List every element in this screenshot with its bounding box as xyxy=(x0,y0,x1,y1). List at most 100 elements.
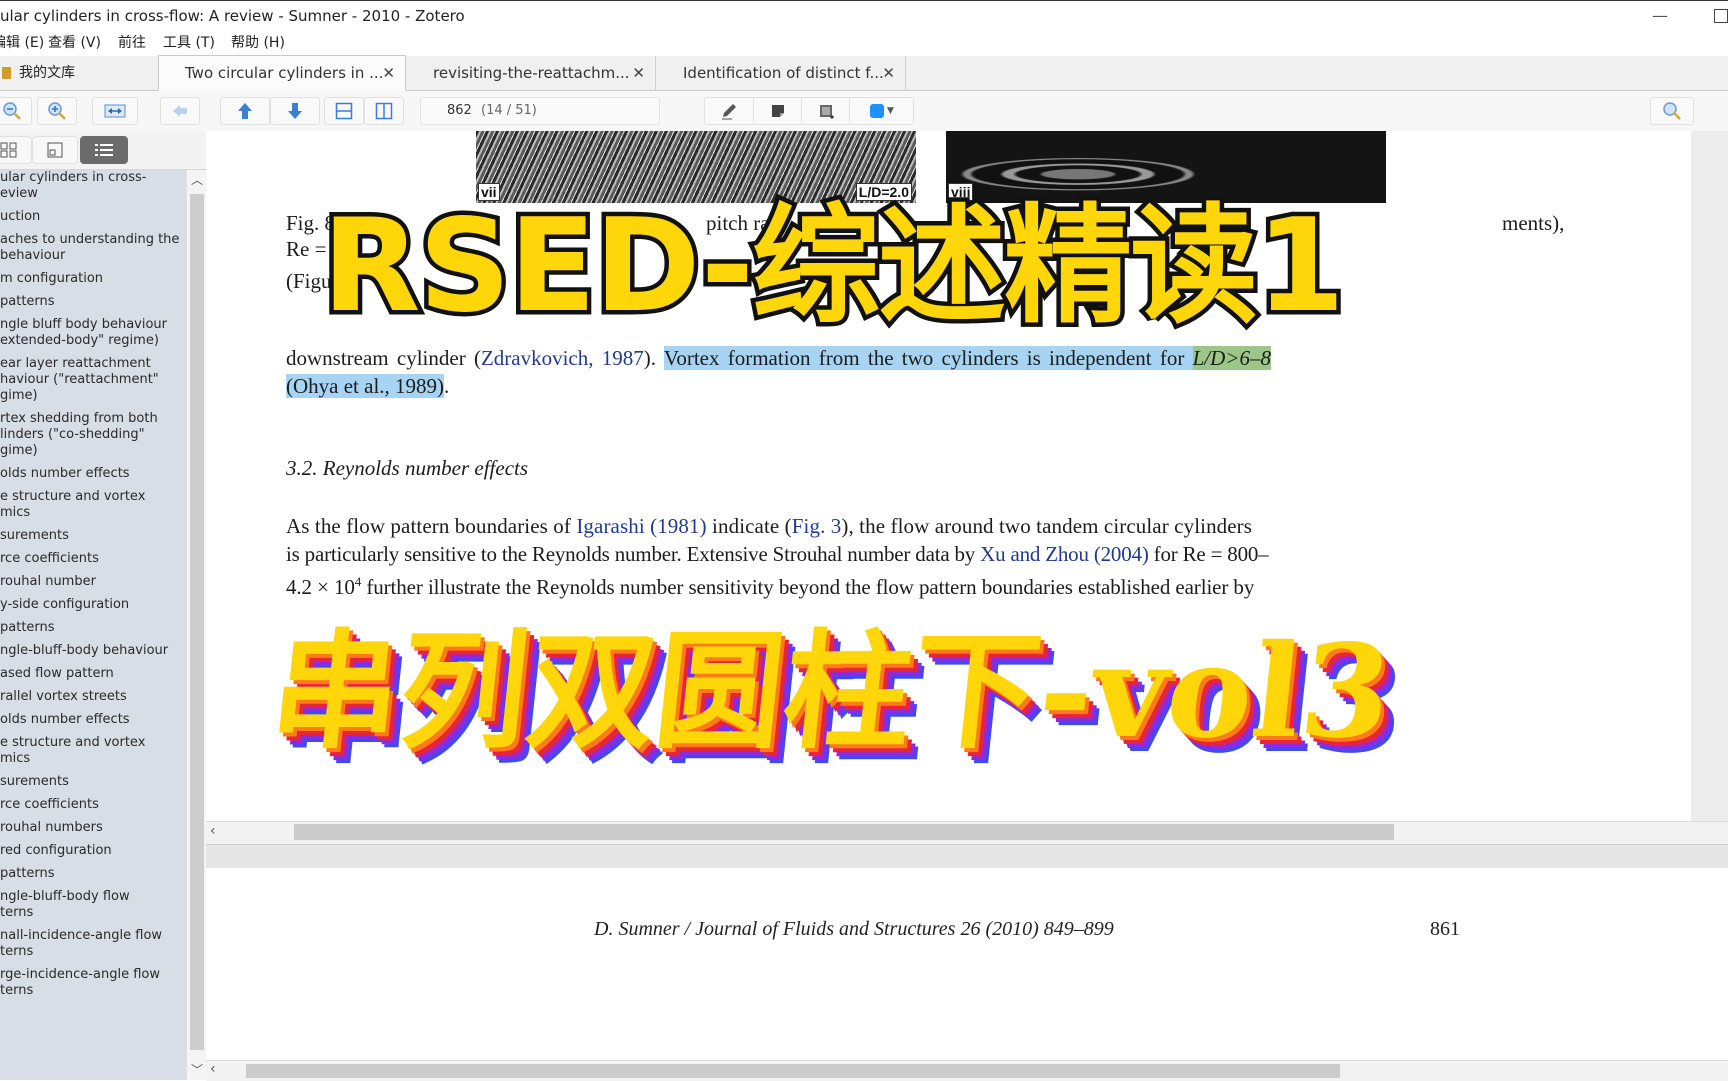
highlight-annotation[interactable]: (Ohya et al., 1989) xyxy=(286,374,445,398)
horizontal-scrollbar[interactable]: ‹ xyxy=(206,821,1728,845)
list-icon xyxy=(95,144,113,156)
outline-item[interactable]: ngle-bluff-body behaviour xyxy=(0,643,182,659)
outline-scrollbar[interactable]: ︿ ﹀ xyxy=(186,170,207,1080)
text: ), the flow around two tandem circular c… xyxy=(841,514,1253,538)
outline-item[interactable]: rouhal numbers xyxy=(0,820,182,836)
layout-columns-icon xyxy=(375,102,393,120)
outline-item[interactable]: olds number effects xyxy=(0,712,182,728)
outline-item[interactable]: rge-incidence-angle flow terns xyxy=(0,967,182,999)
citation-link[interactable]: Xu and Zhou (2004) xyxy=(980,542,1149,566)
tab-document-3[interactable]: Identification of distinct f... ✕ xyxy=(656,56,906,90)
outline-item[interactable]: rce coefficients xyxy=(0,797,182,813)
outline-item[interactable]: patterns xyxy=(0,620,182,636)
annotations-view-button[interactable] xyxy=(32,136,78,164)
window-title-bar: ular cylinders in cross-flow: A review -… xyxy=(0,0,1728,31)
thumbnails-view-button[interactable] xyxy=(0,136,32,164)
outline-item[interactable]: surements xyxy=(0,528,182,544)
outline-item[interactable]: surements xyxy=(0,774,182,790)
search-button[interactable] xyxy=(1650,97,1694,125)
layout-rows-icon xyxy=(335,102,353,120)
outline-item[interactable]: olds number effects xyxy=(0,466,182,482)
chevron-left-icon[interactable]: ‹ xyxy=(210,1061,216,1077)
arrow-up-icon xyxy=(238,103,252,119)
chevron-up-icon[interactable]: ︿ xyxy=(187,170,207,190)
outline-item[interactable]: ular cylinders in cross- eview xyxy=(0,170,182,202)
outline-item[interactable]: ased flow pattern xyxy=(0,666,182,682)
close-icon[interactable]: ✕ xyxy=(382,56,395,90)
tab-document-2[interactable]: revisiting-the-reattachm... ✕ xyxy=(406,56,656,90)
minimize-button[interactable]: — xyxy=(1640,1,1680,31)
outline-item[interactable]: e structure and vortex mics xyxy=(0,489,182,521)
outline-item[interactable]: patterns xyxy=(0,866,182,882)
area-tool-button[interactable] xyxy=(801,98,850,124)
outline-item[interactable]: m configuration xyxy=(0,271,182,287)
overlay-title-bottom: 串列双圆柱下-vol3 xyxy=(264,617,1399,767)
highlight-annotation-green[interactable]: L/D>6–8 xyxy=(1192,346,1271,370)
outline-item[interactable]: patterns xyxy=(0,294,182,310)
zoom-out-icon xyxy=(3,102,21,120)
page-number-value[interactable]: 862 xyxy=(447,98,472,124)
pdf-page-861: D. Sumner / Journal of Fluids and Struct… xyxy=(206,868,1728,1060)
tab-document-1[interactable]: Two circular cylinders in ... ✕ xyxy=(158,55,406,91)
menu-help[interactable]: 帮助 (H) xyxy=(231,30,285,56)
page-number-field[interactable]: 862 (14 / 51) xyxy=(420,97,660,125)
fit-width-button[interactable] xyxy=(92,97,138,125)
outline-item[interactable]: y-side configuration xyxy=(0,597,182,613)
horizontal-scroll-thumb[interactable] xyxy=(246,1064,1340,1078)
tab-label: Two circular cylinders in ... xyxy=(185,64,384,82)
window-title: ular cylinders in cross-flow: A review -… xyxy=(0,7,465,25)
highlight-tool-button[interactable] xyxy=(705,98,753,124)
maximize-button[interactable] xyxy=(1714,9,1728,23)
outline-item[interactable]: rce coefficients xyxy=(0,551,182,567)
outline-item[interactable]: aches to understanding the behaviour xyxy=(0,232,182,264)
outline-item[interactable]: rtex shedding from both linders ("co-she… xyxy=(0,411,182,459)
horizontal-scrollbar-2[interactable]: ‹ xyxy=(206,1060,1728,1081)
outline-item[interactable]: uction xyxy=(0,209,182,225)
citation-link[interactable]: Zdravkovich, 1987 xyxy=(481,346,644,370)
tab-label: revisiting-the-reattachm... xyxy=(433,64,630,82)
outline-item[interactable]: red configuration xyxy=(0,843,182,859)
previous-page-button[interactable] xyxy=(220,97,270,125)
outline-view-button[interactable] xyxy=(80,136,128,164)
note-tool-button[interactable] xyxy=(753,98,802,124)
citation-link[interactable]: Igarashi (1981) xyxy=(576,514,706,538)
text: 4.2 × 10 xyxy=(286,575,355,599)
menu-tools[interactable]: 工具 (T) xyxy=(163,30,215,56)
chevron-left-icon[interactable]: ‹ xyxy=(210,823,216,839)
text: As the flow pattern boundaries of xyxy=(286,514,577,538)
text: downstream cylinder ( xyxy=(286,346,481,370)
close-icon[interactable]: ✕ xyxy=(632,56,645,90)
menu-edit[interactable]: 编辑 (E) xyxy=(0,30,44,56)
overlay-title-top: RSED-综述精读1 xyxy=(317,188,1349,346)
menu-view[interactable]: 查看 (V) xyxy=(48,30,101,56)
arrow-left-icon xyxy=(173,105,187,117)
chevron-down-icon[interactable]: ﹀ xyxy=(187,1060,207,1080)
outline-scroll-thumb[interactable] xyxy=(190,194,204,1050)
annotation-tools: ▼ xyxy=(704,97,914,125)
zoom-out-button[interactable] xyxy=(0,97,32,125)
menu-go[interactable]: 前往 xyxy=(118,30,146,56)
back-button[interactable] xyxy=(160,97,200,125)
outline-item[interactable]: rouhal number xyxy=(0,574,182,590)
library-icon xyxy=(2,67,11,79)
sidebar-view-switcher xyxy=(0,131,206,170)
highlight-annotation[interactable]: Vortex formation from the two cylinders … xyxy=(663,346,1193,370)
horizontal-scroll-thumb[interactable] xyxy=(294,824,1394,840)
zoom-in-icon xyxy=(48,102,66,120)
scroll-vertical-button[interactable] xyxy=(324,97,364,125)
next-page-button[interactable] xyxy=(270,97,320,125)
zoom-in-button[interactable] xyxy=(37,97,77,125)
close-icon[interactable]: ✕ xyxy=(882,56,895,90)
outline-item[interactable]: ngle bluff body behaviour extended-body"… xyxy=(0,317,182,349)
outline-item[interactable]: rallel vortex streets xyxy=(0,689,182,705)
color-picker-button[interactable]: ▼ xyxy=(849,98,914,124)
tab-my-library[interactable]: 我的文库 xyxy=(0,56,75,90)
outline-item[interactable]: nall-incidence-angle flow terns xyxy=(0,928,182,960)
spread-view-button[interactable] xyxy=(364,97,404,125)
page-vertical-scrollbar[interactable] xyxy=(1691,131,1728,821)
text: further illustrate the Reynolds number s… xyxy=(361,575,1255,599)
outline-item[interactable]: ear layer reattachment haviour ("reattac… xyxy=(0,356,182,404)
outline-item[interactable]: ngle-bluff-body flow terns xyxy=(0,889,182,921)
outline-item[interactable]: e structure and vortex mics xyxy=(0,735,182,767)
figure-link[interactable]: Fig. 3 xyxy=(792,514,842,538)
